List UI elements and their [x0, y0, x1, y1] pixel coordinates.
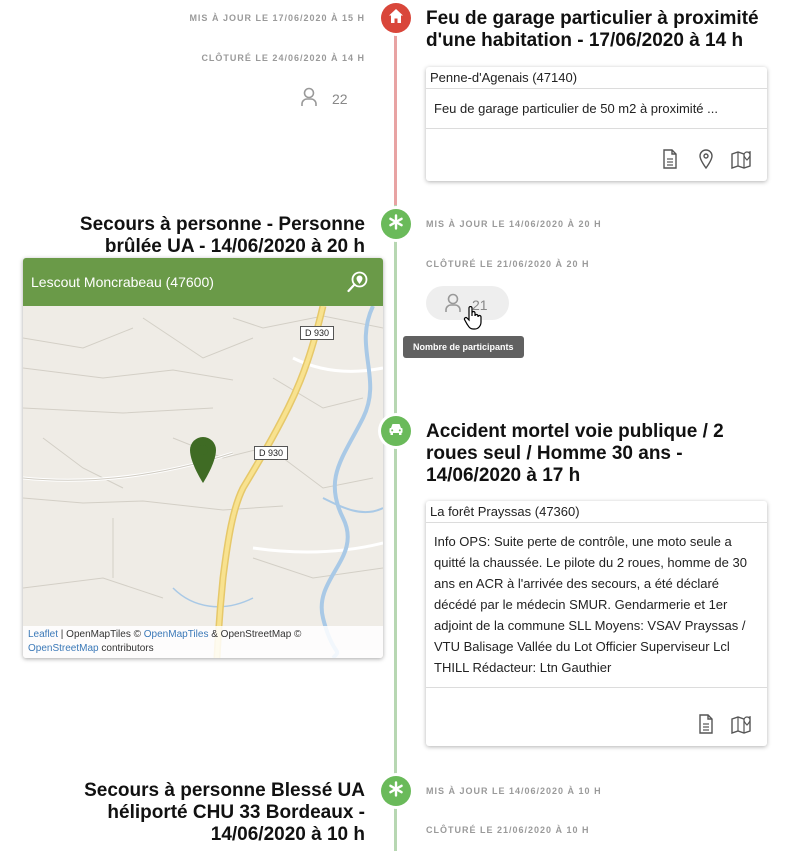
event4-dot: [381, 776, 411, 806]
openmaptiles-link[interactable]: OpenMapTiles: [144, 629, 209, 640]
event1-location: Penne-d'Agenais (47140): [426, 67, 767, 89]
event4-title[interactable]: Secours à personne Blessé UA héliporté C…: [65, 780, 365, 846]
asterisk-icon: [388, 780, 404, 802]
event1-closed: CLÔTURÉ LE 24/06/2020 À 14 H: [201, 53, 365, 63]
event3-card: La forêt Prayssas (47360) Info OPS: Suit…: [426, 501, 767, 746]
event4-closed: CLÔTURÉ LE 21/06/2020 À 10 H: [426, 825, 590, 835]
car-icon: [388, 422, 404, 441]
event1-title[interactable]: Feu de garage particulier à proximité d'…: [426, 8, 776, 52]
attribution-text: & OpenStreetMap ©: [208, 629, 302, 640]
document-icon[interactable]: [659, 148, 681, 170]
participants-tooltip: Nombre de participants: [403, 336, 524, 358]
map-attribution: Leaflet | OpenMapTiles © OpenMapTiles & …: [23, 626, 383, 658]
location-pin-icon[interactable]: [695, 148, 717, 170]
map-header: Lescout Moncrabeau (47600): [23, 258, 383, 306]
search-location-icon[interactable]: [347, 271, 369, 298]
event2-updated: MIS À JOUR LE 14/06/2020 À 20 H: [426, 219, 602, 229]
openstreetmap-link[interactable]: OpenStreetMap: [28, 643, 99, 654]
event2-closed: CLÔTURÉ LE 21/06/2020 À 20 H: [426, 259, 590, 269]
event1-dot: [381, 3, 411, 33]
event2-map-card: D 930 D 930 Lescout Moncrabeau (47600) L…: [23, 258, 383, 658]
road-label: D 930: [300, 326, 335, 340]
event2-dot: [381, 209, 411, 239]
attribution-text: contributors: [98, 643, 154, 654]
participants-count: 22: [332, 90, 348, 107]
home-icon: [388, 8, 404, 29]
map-location: Lescout Moncrabeau (47600): [31, 274, 214, 290]
event4-updated: MIS À JOUR LE 14/06/2020 À 10 H: [426, 786, 602, 796]
leaflet-link[interactable]: Leaflet: [28, 629, 58, 640]
map-marker-icon[interactable]: [189, 436, 217, 489]
event3-actions: [426, 702, 767, 746]
event3-description: Info OPS: Suite perte de contrôle, une m…: [426, 523, 767, 688]
event1-card: Penne-d'Agenais (47140) Feu de garage pa…: [426, 67, 767, 181]
event3-title[interactable]: Accident mortel voie publique / 2 roues …: [426, 421, 766, 487]
road-label: D 930: [254, 446, 289, 460]
asterisk-icon: [388, 213, 404, 235]
event1-updated: MIS À JOUR LE 17/06/2020 À 15 H: [189, 13, 365, 23]
timeline-line-green: [394, 205, 397, 851]
person-icon: [300, 87, 318, 110]
attribution-text: | OpenMapTiles ©: [58, 629, 144, 640]
person-icon: [444, 293, 462, 316]
map-icon[interactable]: [731, 713, 753, 735]
map-icon[interactable]: [731, 148, 753, 170]
event1-actions: [426, 137, 767, 181]
hand-cursor-icon: [463, 305, 483, 335]
event1-participants[interactable]: 22: [300, 87, 348, 110]
document-icon[interactable]: [695, 713, 717, 735]
event1-description: Feu de garage particulier de 50 m2 à pro…: [426, 89, 767, 129]
event2-title[interactable]: Secours à personne - Personne brûlée UA …: [65, 214, 365, 258]
event3-location: La forêt Prayssas (47360): [426, 501, 767, 523]
event3-dot: [381, 416, 411, 446]
